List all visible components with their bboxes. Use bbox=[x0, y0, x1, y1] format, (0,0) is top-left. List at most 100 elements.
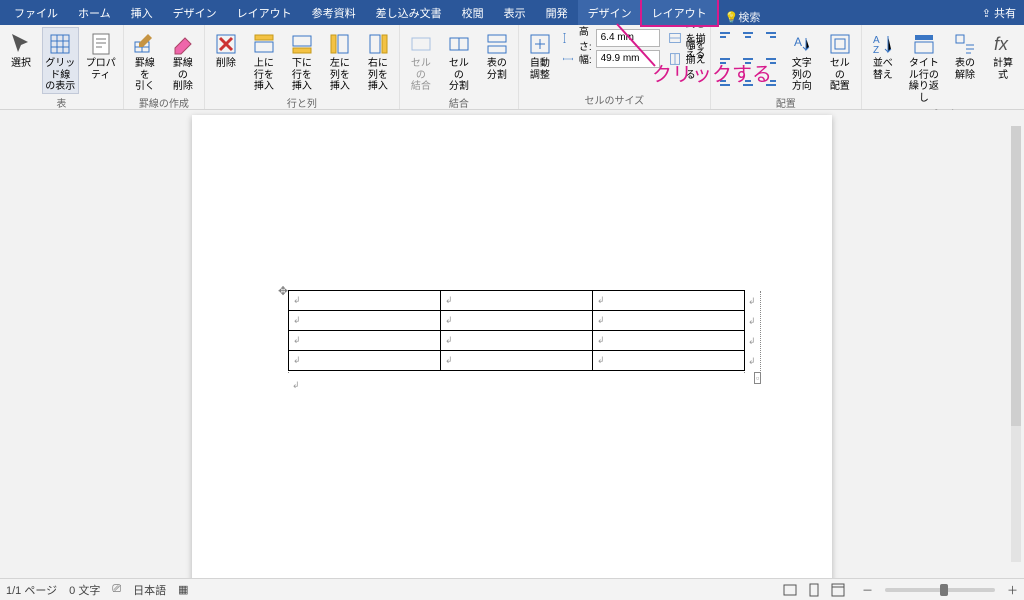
tab-design[interactable]: デザイン bbox=[163, 0, 227, 25]
draw-border-button[interactable]: 罫線を 引く bbox=[128, 27, 162, 94]
split-cells-button[interactable]: セルの 分割 bbox=[442, 27, 476, 94]
repeat-header-label: タイトル行の 繰り返し bbox=[907, 58, 941, 104]
group-align-label: 配置 bbox=[715, 94, 857, 112]
distribute-cols-button[interactable]: 幅を揃える bbox=[668, 48, 706, 69]
select-button[interactable]: 選択 bbox=[4, 27, 38, 71]
formula-button[interactable]: fx 計算式 bbox=[986, 27, 1020, 82]
properties-icon bbox=[89, 32, 113, 56]
ins-above-label: 上に行を 挿入 bbox=[250, 58, 278, 93]
merge-cells-button: セルの 結合 bbox=[404, 27, 438, 94]
tab-mailings[interactable]: 差し込み文書 bbox=[366, 0, 452, 25]
delete-button[interactable]: 削除 bbox=[209, 27, 243, 71]
formula-label: 計算式 bbox=[989, 58, 1017, 81]
ins-below-label: 下に行を 挿入 bbox=[288, 58, 316, 93]
vertical-scrollbar[interactable] bbox=[1008, 110, 1024, 578]
repeat-header-button[interactable]: タイトル行の 繰り返し bbox=[904, 27, 944, 105]
convert-to-text-button[interactable]: 表の解除 bbox=[948, 27, 982, 82]
align-top-center[interactable] bbox=[737, 27, 759, 49]
insert-left-button[interactable]: 左に列を 挿入 bbox=[323, 27, 357, 94]
view-gridlines-button[interactable]: グリッド線 の表示 bbox=[42, 27, 79, 94]
align-top-left[interactable] bbox=[715, 27, 737, 49]
insert-above-button[interactable]: 上に行を 挿入 bbox=[247, 27, 281, 94]
split-table-button[interactable]: 表の分割 bbox=[480, 27, 514, 82]
zoom-in-button[interactable]: ＋ bbox=[1007, 582, 1018, 598]
col-width-label: 幅: bbox=[579, 51, 592, 66]
eraser-button[interactable]: 罫線の 削除 bbox=[166, 27, 200, 94]
insert-below-icon bbox=[290, 32, 314, 56]
align-mid-right[interactable] bbox=[759, 49, 781, 71]
cell-margins-label: セルの 配置 bbox=[826, 58, 854, 93]
properties-button[interactable]: プロパティ bbox=[83, 27, 119, 82]
status-language[interactable]: 日本語 bbox=[133, 582, 166, 598]
table-move-handle-icon[interactable]: ✥ bbox=[278, 284, 288, 298]
split-table-icon bbox=[485, 32, 509, 56]
view-web-layout[interactable] bbox=[826, 580, 850, 600]
tab-file[interactable]: ファイル bbox=[4, 0, 68, 25]
view-print-layout[interactable] bbox=[802, 580, 826, 600]
table-row[interactable]: ↲↲↲ bbox=[289, 331, 745, 351]
share-icon: ⇪ bbox=[982, 8, 991, 20]
distribute-cols-icon bbox=[668, 52, 682, 66]
merge-icon bbox=[409, 32, 433, 56]
split-table-label: 表の分割 bbox=[483, 58, 511, 81]
tab-layout[interactable]: レイアウト bbox=[227, 0, 302, 25]
group-size: 自動調整 高さ: 幅: bbox=[519, 25, 711, 109]
align-bot-center[interactable] bbox=[737, 71, 759, 93]
eraser-icon bbox=[171, 32, 195, 56]
align-mid-center[interactable] bbox=[737, 49, 759, 71]
tab-table-layout[interactable]: レイアウト bbox=[642, 0, 717, 25]
insert-right-icon bbox=[366, 32, 390, 56]
align-top-right[interactable] bbox=[759, 27, 781, 49]
tab-references[interactable]: 参考資料 bbox=[302, 0, 366, 25]
proofing-icon[interactable]: ⎚ bbox=[112, 583, 121, 596]
table-row[interactable]: ↲↲↲ bbox=[289, 291, 745, 311]
table-row[interactable]: ↲↲↲ bbox=[289, 351, 745, 371]
svg-text:Z: Z bbox=[873, 45, 879, 56]
text-direction-button[interactable]: A 文字列の 方向 bbox=[785, 27, 819, 94]
macro-recording-icon[interactable]: ▦ bbox=[178, 583, 188, 596]
group-data: AZ 並べ替え タイトル行の 繰り返し 表の解除 fx 計算式 bbox=[862, 25, 1024, 109]
insert-right-button[interactable]: 右に列を 挿入 bbox=[361, 27, 395, 94]
autofit-label: 自動調整 bbox=[526, 58, 554, 81]
group-size-label: セルのサイズ bbox=[523, 91, 706, 109]
zoom-out-button[interactable]: － bbox=[862, 582, 873, 598]
insert-below-button[interactable]: 下に行を 挿入 bbox=[285, 27, 319, 94]
autofit-button[interactable]: 自動調整 bbox=[523, 27, 557, 82]
tab-table-design[interactable]: デザイン bbox=[578, 0, 642, 25]
alignment-grid bbox=[715, 27, 781, 93]
share-button[interactable]: ⇪ 共有 bbox=[974, 1, 1024, 25]
document-canvas[interactable]: ✥ ↲↲↲ ↲↲↲ ↲↲↲ ↲↲↲ ↲ ↲ ↲ ↲ ▫ ↲ bbox=[0, 110, 1024, 578]
tab-developer[interactable]: 開発 bbox=[536, 0, 578, 25]
cell-margins-button[interactable]: セルの 配置 bbox=[823, 27, 857, 94]
tab-insert[interactable]: 挿入 bbox=[121, 0, 163, 25]
paragraph-mark: ↲ bbox=[292, 380, 300, 391]
split-icon bbox=[447, 32, 471, 56]
tab-view[interactable]: 表示 bbox=[494, 0, 536, 25]
table-row[interactable]: ↲↲↲ bbox=[289, 311, 745, 331]
align-bot-left[interactable] bbox=[715, 71, 737, 93]
row-end-mark: ↲ bbox=[748, 296, 756, 307]
col-width-input[interactable] bbox=[596, 50, 660, 68]
table-resize-handle-icon[interactable]: ▫ bbox=[754, 372, 761, 384]
status-page[interactable]: 1/1 ページ bbox=[6, 582, 57, 598]
status-bar: 1/1 ページ 0 文字 ⎚ 日本語 ▦ － ＋ bbox=[0, 578, 1024, 600]
cell-margins-icon bbox=[828, 32, 852, 56]
view-read-mode[interactable] bbox=[778, 580, 802, 600]
search-placeholder: 検索 bbox=[738, 9, 760, 25]
tab-review[interactable]: 校閲 bbox=[452, 0, 494, 25]
zoom-slider[interactable] bbox=[885, 588, 995, 592]
row-height-input[interactable] bbox=[596, 29, 660, 47]
convert-icon bbox=[953, 32, 977, 56]
grid-icon bbox=[48, 32, 72, 56]
align-mid-left[interactable] bbox=[715, 49, 737, 71]
text-direction-icon: A bbox=[790, 32, 814, 56]
search-group[interactable]: 💡 検索 bbox=[725, 9, 761, 25]
align-bot-right[interactable] bbox=[759, 71, 781, 93]
status-words[interactable]: 0 文字 bbox=[69, 582, 100, 598]
sort-button[interactable]: AZ 並べ替え bbox=[866, 27, 900, 82]
tab-home[interactable]: ホーム bbox=[68, 0, 121, 25]
sort-icon: AZ bbox=[871, 32, 895, 56]
group-draw: 罫線を 引く 罫線の 削除 罫線の作成 bbox=[124, 25, 205, 109]
document-table[interactable]: ↲↲↲ ↲↲↲ ↲↲↲ ↲↲↲ bbox=[288, 290, 745, 371]
share-label: 共有 bbox=[994, 8, 1016, 20]
